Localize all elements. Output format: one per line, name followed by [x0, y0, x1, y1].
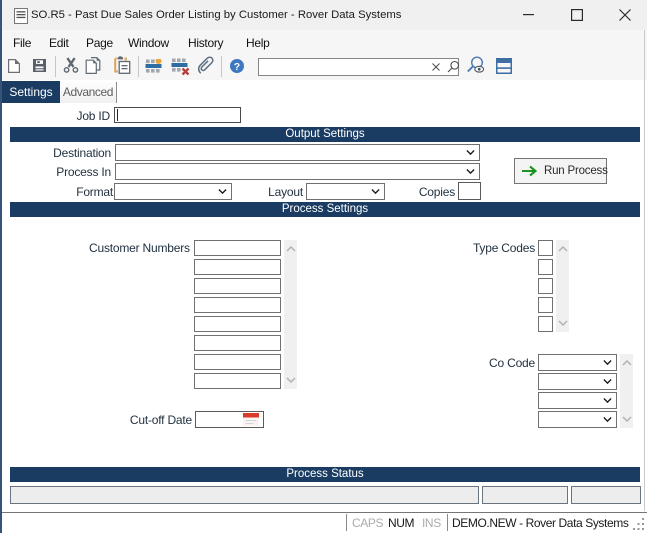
svg-text:?: ?: [234, 61, 240, 73]
